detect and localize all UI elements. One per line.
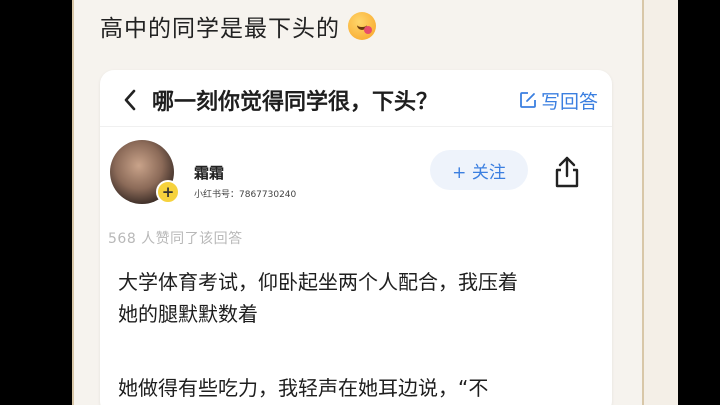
share-icon[interactable]: [552, 155, 582, 189]
add-icon[interactable]: +: [156, 180, 180, 204]
video-letterbox-left: [0, 0, 72, 405]
write-answer-button[interactable]: 写回答: [519, 87, 598, 114]
drooling-face-icon: [348, 12, 376, 40]
edit-icon: [520, 92, 536, 108]
write-answer-label: 写回答: [540, 90, 598, 113]
header-divider: [100, 126, 612, 127]
screenshot-frame: 高中的同学是最下头的 哪一刻你觉得同学很，下头？ 写回答 + 霜霜 小红书号：7…: [72, 0, 678, 405]
answer-body: 大学体育考试，仰卧起坐两个人配合，我压着 她的腿默默数着 她做得有些吃力，我轻声…: [118, 266, 598, 404]
frame-border: [72, 0, 74, 405]
frame-edge: [642, 0, 678, 405]
back-arrow-icon[interactable]: [118, 88, 142, 112]
video-letterbox-right: [678, 0, 720, 405]
author-id: 小红书号：7867730240: [194, 190, 297, 200]
post-caption-text: 高中的同学是最下头的: [100, 16, 340, 42]
answer-line: 她做得有些吃力，我轻声在她耳边说，“不: [118, 376, 489, 400]
author-name[interactable]: 霜霜: [194, 162, 224, 183]
answer-line: 大学体育考试，仰卧起坐两个人配合，我压着: [118, 270, 518, 294]
question-header: 哪一刻你觉得同学很，下头？ 写回答: [100, 80, 612, 120]
question-title[interactable]: 哪一刻你觉得同学很，下头？: [152, 84, 438, 116]
answer-line: 她的腿默默数着: [118, 302, 258, 326]
follow-button[interactable]: + 关注: [430, 150, 528, 190]
answer-card: 哪一刻你觉得同学很，下头？ 写回答 + 霜霜 小红书号：7867730240 +…: [100, 70, 612, 405]
likes-count: 568 人赞同了该回答: [108, 231, 243, 247]
post-caption: 高中的同学是最下头的: [100, 8, 376, 44]
